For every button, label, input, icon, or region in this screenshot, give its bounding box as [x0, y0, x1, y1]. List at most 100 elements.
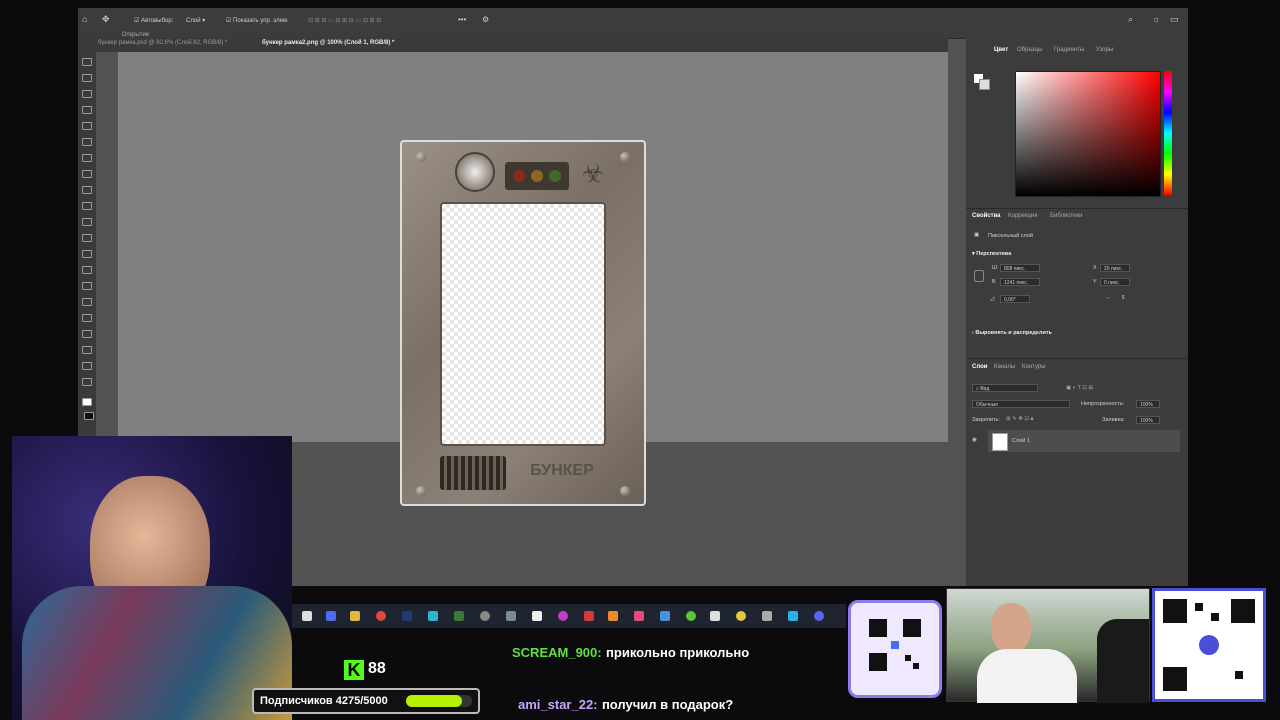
eraser-tool-icon[interactable] — [82, 234, 92, 242]
align-icons[interactable]: ⊟ ⊞ ⊟ ▭ ⊟ ⊞ ⊟ ▭ ⊟ ⊞ ⊟ — [308, 17, 381, 24]
width-field[interactable]: 808 пикс. — [1000, 264, 1040, 272]
gradient-tool-icon[interactable] — [82, 250, 92, 258]
layer-row[interactable]: ◉ Слой 1 — [972, 430, 1180, 452]
app-icon[interactable] — [532, 611, 542, 621]
move-tool-icon[interactable] — [82, 58, 92, 66]
vlc-icon[interactable] — [608, 611, 618, 621]
workspace-icon[interactable]: ☼ — [1152, 14, 1160, 24]
tab-bunker-png[interactable]: бункер рамка2.png @ 100% (Слой 1, RGB/8)… — [262, 40, 394, 46]
pen-tool-icon[interactable] — [82, 298, 92, 306]
app-icon[interactable] — [660, 611, 670, 621]
shape-tool-icon[interactable] — [82, 346, 92, 354]
height-field[interactable]: 1241 пикс. — [1000, 278, 1040, 286]
settings-icon[interactable] — [480, 611, 490, 621]
apps-icon[interactable] — [326, 611, 336, 621]
more-icon[interactable]: ••• — [458, 15, 466, 24]
app-icon[interactable] — [428, 611, 438, 621]
tab-paths[interactable]: Контуры — [1022, 364, 1046, 370]
layer-filter[interactable]: ⌕ Вид — [972, 384, 1038, 392]
stamp-tool-icon[interactable] — [82, 202, 92, 210]
app-icon[interactable] — [454, 611, 464, 621]
explorer-icon[interactable] — [302, 611, 312, 621]
search-icon[interactable]: ⌕ — [1128, 14, 1133, 25]
app-icon[interactable] — [686, 611, 696, 621]
share-icon[interactable]: ▭ — [1170, 14, 1179, 25]
person-shirt — [977, 649, 1077, 703]
select-tool-icon[interactable] — [82, 106, 92, 114]
tab-channels[interactable]: Каналы — [994, 364, 1015, 370]
lasso-tool-icon[interactable] — [82, 90, 92, 98]
tab-libraries[interactable]: Библиотеки — [1050, 213, 1083, 219]
blend-mode-select[interactable]: Обычные — [972, 400, 1070, 408]
chat-user: ami_star_22: — [518, 697, 598, 712]
home-icon[interactable]: ⌂ — [82, 14, 87, 24]
x-field[interactable]: 20 пикс. — [1100, 264, 1130, 272]
zoom-tool-icon[interactable] — [82, 378, 92, 386]
healing-tool-icon[interactable] — [82, 170, 92, 178]
tab-color[interactable]: Цвет — [994, 47, 1008, 53]
qr-code-telegram[interactable] — [1152, 588, 1266, 702]
tab-bunker-psd[interactable]: бункер рамка.psd @ 82,6% (Слой 82, RGB/8… — [98, 40, 227, 46]
show-transform-checkbox[interactable]: ☑ Показать упр. элем. — [226, 17, 289, 24]
marquee-tool-icon[interactable] — [82, 74, 92, 82]
amber-light-icon — [531, 170, 543, 182]
eyedropper-tool-icon[interactable] — [82, 154, 92, 162]
calculator-icon[interactable] — [506, 611, 516, 621]
app-icon[interactable] — [710, 611, 720, 621]
eye-icon[interactable]: ◉ — [972, 437, 977, 443]
hand-tool-icon[interactable] — [82, 362, 92, 370]
frame-tool-icon[interactable] — [82, 138, 92, 146]
perspective-header[interactable]: ▾ Перспектива — [972, 251, 1011, 257]
opacity-field[interactable]: 100% — [1136, 400, 1160, 408]
autoselect-checkbox[interactable]: ☑ Автовыбор: — [134, 17, 173, 24]
app-icon[interactable] — [788, 611, 798, 621]
bg-swatch[interactable] — [979, 79, 990, 90]
type-tool-icon[interactable] — [82, 314, 92, 322]
app-icon[interactable] — [736, 611, 746, 621]
dodge-tool-icon[interactable] — [82, 282, 92, 290]
photoshop-icon[interactable] — [402, 611, 412, 621]
crop-tool-icon[interactable] — [82, 122, 92, 130]
width-label: Ш — [992, 265, 998, 271]
gear-icon[interactable]: ⚙ — [482, 15, 489, 24]
biohazard-icon: ☣ — [581, 158, 605, 188]
tab-open[interactable]: Открытие — [122, 32, 149, 38]
y-field[interactable]: 0 пикс. — [1100, 278, 1130, 286]
qr-code-donate[interactable] — [848, 600, 942, 698]
lock-icons[interactable]: ⊞ ✎ ✥ ⊡ 🔒︎ — [1006, 416, 1033, 423]
angle-field[interactable]: 0,00° — [1000, 295, 1030, 303]
move-tool-icon[interactable]: ✥ — [102, 14, 110, 25]
tab-patterns[interactable]: Узоры — [1096, 47, 1113, 53]
background-color-icon[interactable] — [84, 412, 94, 420]
path-select-icon[interactable] — [82, 330, 92, 338]
foreground-color-icon[interactable] — [82, 398, 92, 406]
fill-field[interactable]: 100% — [1136, 416, 1160, 424]
instagram-icon[interactable] — [558, 611, 568, 621]
flip-horizontal-icon[interactable]: ⇔ — [1105, 295, 1111, 301]
tab-adjustments[interactable]: Коррекция — [1008, 213, 1038, 219]
link-icon[interactable] — [974, 270, 984, 282]
app-icon[interactable] — [762, 611, 772, 621]
chrome-icon[interactable] — [376, 611, 386, 621]
color-field[interactable] — [1015, 71, 1161, 197]
qr-finder — [869, 619, 887, 637]
qr-module — [905, 655, 911, 661]
align-header[interactable]: › Выровнять и распределить — [972, 330, 1052, 336]
flip-vertical-icon[interactable]: ⇕ — [1121, 295, 1126, 301]
windows-taskbar — [292, 604, 846, 628]
discord-icon[interactable] — [814, 611, 824, 621]
hue-slider[interactable] — [1164, 71, 1172, 195]
filter-icons[interactable]: ▣ ◐ T ⊡ ⊞ — [1066, 385, 1093, 391]
blur-tool-icon[interactable] — [82, 266, 92, 274]
tab-layers[interactable]: Слои — [972, 364, 987, 370]
angle-icon: ◿ — [990, 296, 995, 302]
history-brush-icon[interactable] — [82, 218, 92, 226]
tab-gradients[interactable]: Градиенты — [1054, 47, 1084, 53]
app-icon[interactable] — [634, 611, 644, 621]
layer-select-dropdown[interactable]: Слой ▾ — [186, 17, 205, 24]
app-icon[interactable] — [584, 611, 594, 621]
tab-properties[interactable]: Свойства — [972, 213, 1001, 219]
tab-swatches[interactable]: Образцы — [1017, 47, 1042, 53]
brush-tool-icon[interactable] — [82, 186, 92, 194]
folder-icon[interactable] — [350, 611, 360, 621]
